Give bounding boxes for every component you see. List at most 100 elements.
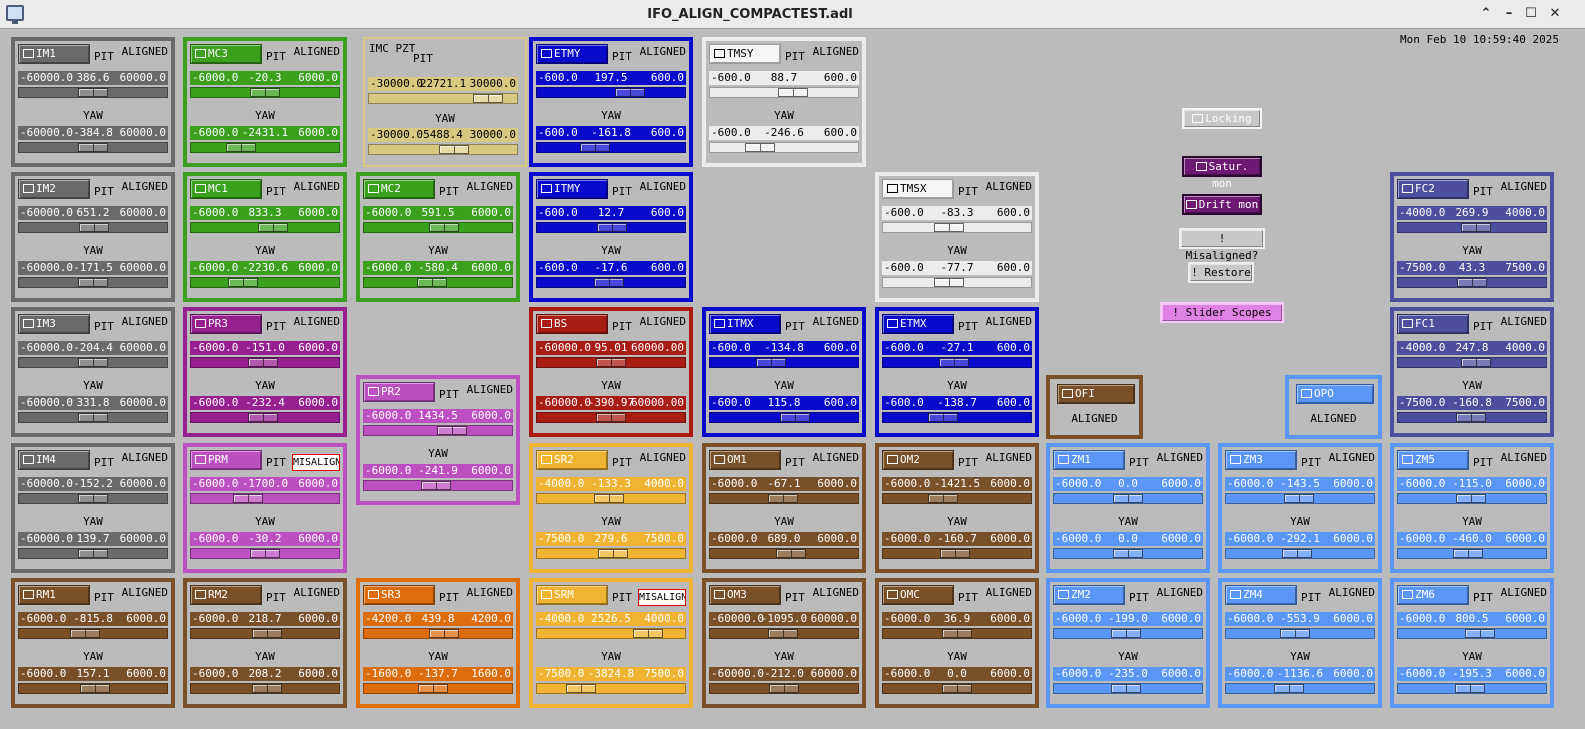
- yaw-slider[interactable]: [709, 683, 859, 694]
- yaw-slider[interactable]: [882, 683, 1032, 694]
- slider-knob[interactable]: [778, 88, 808, 97]
- slider-knob[interactable]: [1282, 549, 1312, 558]
- pit-slider[interactable]: [190, 493, 340, 504]
- slider-knob[interactable]: [1456, 413, 1486, 422]
- slider-knob[interactable]: [1461, 358, 1491, 367]
- yaw-slider[interactable]: [190, 548, 340, 559]
- tmsx-button[interactable]: TMSX: [882, 179, 954, 199]
- pit-slider[interactable]: [709, 357, 859, 368]
- slider-knob[interactable]: [1457, 278, 1487, 287]
- slider-knob[interactable]: [615, 88, 645, 97]
- fc1-button[interactable]: FC1: [1397, 314, 1469, 334]
- slider-knob[interactable]: [780, 413, 810, 422]
- slider-knob[interactable]: [1113, 549, 1143, 558]
- im1-button[interactable]: IM1: [18, 44, 90, 64]
- slider-knob[interactable]: [439, 145, 469, 154]
- locking-button[interactable]: Locking: [1182, 108, 1262, 129]
- slider-knob[interactable]: [1453, 549, 1483, 558]
- slider-knob[interactable]: [78, 88, 108, 97]
- yaw-slider[interactable]: [18, 548, 168, 559]
- pit-slider[interactable]: [709, 493, 859, 504]
- slider-knob[interactable]: [580, 143, 610, 152]
- slider-knob[interactable]: [418, 684, 448, 693]
- slider-knob[interactable]: [939, 358, 969, 367]
- drift-mon-button[interactable]: Drift mon: [1182, 194, 1262, 215]
- yaw-slider[interactable]: [18, 142, 168, 153]
- slider-knob[interactable]: [78, 278, 108, 287]
- slider-knob[interactable]: [597, 223, 627, 232]
- slider-knob[interactable]: [1461, 223, 1491, 232]
- itmx-button[interactable]: ITMX: [709, 314, 781, 334]
- slider-knob[interactable]: [248, 358, 278, 367]
- im4-button[interactable]: IM4: [18, 450, 90, 470]
- slider-knob[interactable]: [250, 88, 280, 97]
- mc2-button[interactable]: MC2: [363, 179, 435, 199]
- pit-slider[interactable]: [18, 222, 168, 233]
- pit-slider[interactable]: [18, 628, 168, 639]
- yaw-slider[interactable]: [1053, 683, 1203, 694]
- om3-button[interactable]: OM3: [709, 585, 781, 605]
- pit-slider[interactable]: [709, 87, 859, 98]
- pit-slider[interactable]: [536, 493, 686, 504]
- ofi-button[interactable]: OFI: [1057, 384, 1135, 404]
- slider-knob[interactable]: [1465, 629, 1495, 638]
- slider-knob[interactable]: [1284, 494, 1314, 503]
- pit-slider[interactable]: [1053, 628, 1203, 639]
- fc2-button[interactable]: FC2: [1397, 179, 1469, 199]
- yaw-slider[interactable]: [190, 412, 340, 423]
- yaw-slider[interactable]: [536, 412, 686, 423]
- sr2-button[interactable]: SR2: [536, 450, 608, 470]
- srm-button[interactable]: SRM: [536, 585, 608, 605]
- yaw-slider[interactable]: [1397, 683, 1547, 694]
- yaw-slider[interactable]: [1397, 548, 1547, 559]
- pit-slider[interactable]: [363, 425, 513, 436]
- slider-knob[interactable]: [1455, 684, 1485, 693]
- pit-slider[interactable]: [1225, 628, 1375, 639]
- zm1-button[interactable]: ZM1: [1053, 450, 1125, 470]
- pit-slider[interactable]: [1397, 493, 1547, 504]
- chevron-up-icon[interactable]: ⌃: [1477, 6, 1495, 22]
- yaw-slider[interactable]: [709, 142, 859, 153]
- slider-knob[interactable]: [226, 143, 256, 152]
- slider-knob[interactable]: [78, 549, 108, 558]
- itmy-button[interactable]: ITMY: [536, 179, 608, 199]
- yaw-slider[interactable]: [1397, 277, 1547, 288]
- pit-slider[interactable]: [536, 222, 686, 233]
- yaw-slider[interactable]: [709, 412, 859, 423]
- slider-knob[interactable]: [596, 358, 626, 367]
- pit-slider[interactable]: [18, 87, 168, 98]
- slider-knob[interactable]: [258, 223, 288, 232]
- slider-knob[interactable]: [768, 629, 798, 638]
- bs-button[interactable]: BS: [536, 314, 608, 334]
- minimize-button[interactable]: –: [1500, 6, 1518, 22]
- slider-knob[interactable]: [1280, 629, 1310, 638]
- slider-knob[interactable]: [776, 549, 806, 558]
- yaw-slider[interactable]: [536, 683, 686, 694]
- tmsy-button[interactable]: TMSY: [709, 44, 781, 64]
- slider-knob[interactable]: [417, 278, 447, 287]
- mc3-button[interactable]: MC3: [190, 44, 262, 64]
- slider-knob[interactable]: [252, 629, 282, 638]
- zm5-button[interactable]: ZM5: [1397, 450, 1469, 470]
- pit-slider[interactable]: [1397, 222, 1547, 233]
- yaw-slider[interactable]: [368, 144, 518, 155]
- yaw-slider[interactable]: [190, 683, 340, 694]
- slider-knob[interactable]: [78, 494, 108, 503]
- etmy-button[interactable]: ETMY: [536, 44, 608, 64]
- slider-knob[interactable]: [768, 494, 798, 503]
- slider-knob[interactable]: [252, 684, 282, 693]
- yaw-slider[interactable]: [18, 683, 168, 694]
- slider-knob[interactable]: [80, 684, 110, 693]
- slider-knob[interactable]: [78, 358, 108, 367]
- pr2-button[interactable]: PR2: [363, 382, 435, 402]
- pit-slider[interactable]: [190, 87, 340, 98]
- restore-button[interactable]: ! Restore: [1188, 262, 1254, 283]
- slider-scopes-button[interactable]: ! Slider Scopes: [1160, 302, 1284, 323]
- slider-knob[interactable]: [1456, 494, 1486, 503]
- pit-slider[interactable]: [882, 628, 1032, 639]
- yaw-slider[interactable]: [363, 683, 513, 694]
- slider-knob[interactable]: [473, 94, 503, 103]
- yaw-slider[interactable]: [1225, 683, 1375, 694]
- slider-knob[interactable]: [1111, 629, 1141, 638]
- slider-knob[interactable]: [233, 494, 263, 503]
